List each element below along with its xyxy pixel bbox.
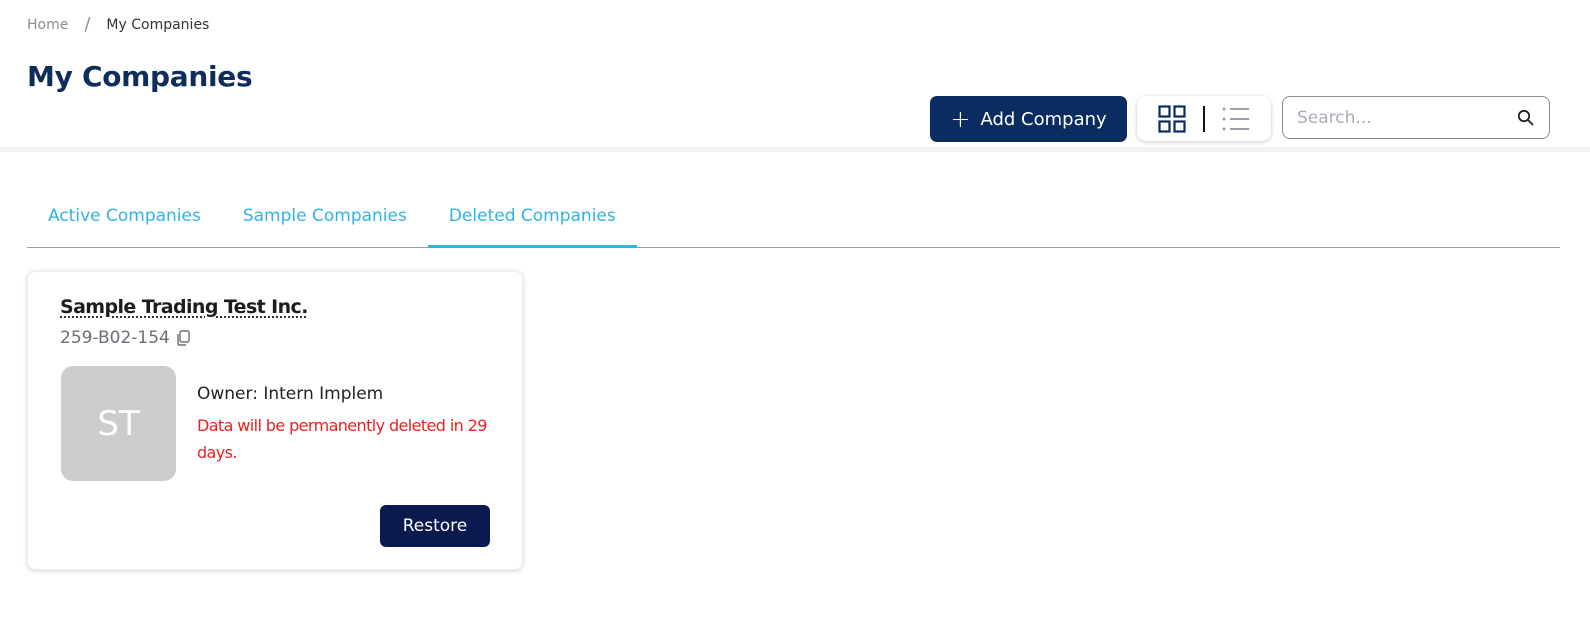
page-title: My Companies [27,60,253,93]
view-toggle [1137,96,1271,141]
plus-icon: + [950,105,971,133]
search-box [1282,96,1550,139]
tab-sample-companies[interactable]: Sample Companies [222,195,428,248]
company-owner: Owner: Intern Implem [197,384,384,404]
deletion-warning: Data will be permanently deleted in 29 d… [197,416,487,462]
add-company-button[interactable]: + Add Company [930,96,1127,142]
search-input[interactable] [1297,107,1516,128]
grid-view-icon [1158,104,1186,133]
company-code-row: 259-B02-154 [60,328,192,348]
breadcrumb: Home / My Companies [27,14,209,35]
list-view-button[interactable] [1220,103,1252,135]
restore-button[interactable]: Restore [380,505,490,547]
copy-icon[interactable] [176,329,192,347]
tab-active-companies[interactable]: Active Companies [27,195,222,248]
list-view-icon [1222,107,1249,130]
search-icon[interactable] [1516,108,1535,128]
company-avatar: ST [61,366,176,481]
company-card: Sample Trading Test Inc. 259-B02-154 ST … [27,271,523,570]
add-company-label: Add Company [980,108,1107,130]
grid-view-button[interactable] [1156,103,1188,135]
company-name[interactable]: Sample Trading Test Inc. [60,296,308,318]
breadcrumb-current: My Companies [106,16,210,33]
breadcrumb-separator: / [84,14,91,35]
tab-deleted-companies[interactable]: Deleted Companies [427,195,637,248]
company-code: 259-B02-154 [60,328,170,348]
breadcrumb-home-link[interactable]: Home [27,17,68,33]
company-tabs: Active Companies Sample Companies Delete… [27,195,1560,248]
view-toggle-divider [1202,105,1205,132]
page-header: Home / My Companies My Companies + Add C… [0,0,1590,152]
